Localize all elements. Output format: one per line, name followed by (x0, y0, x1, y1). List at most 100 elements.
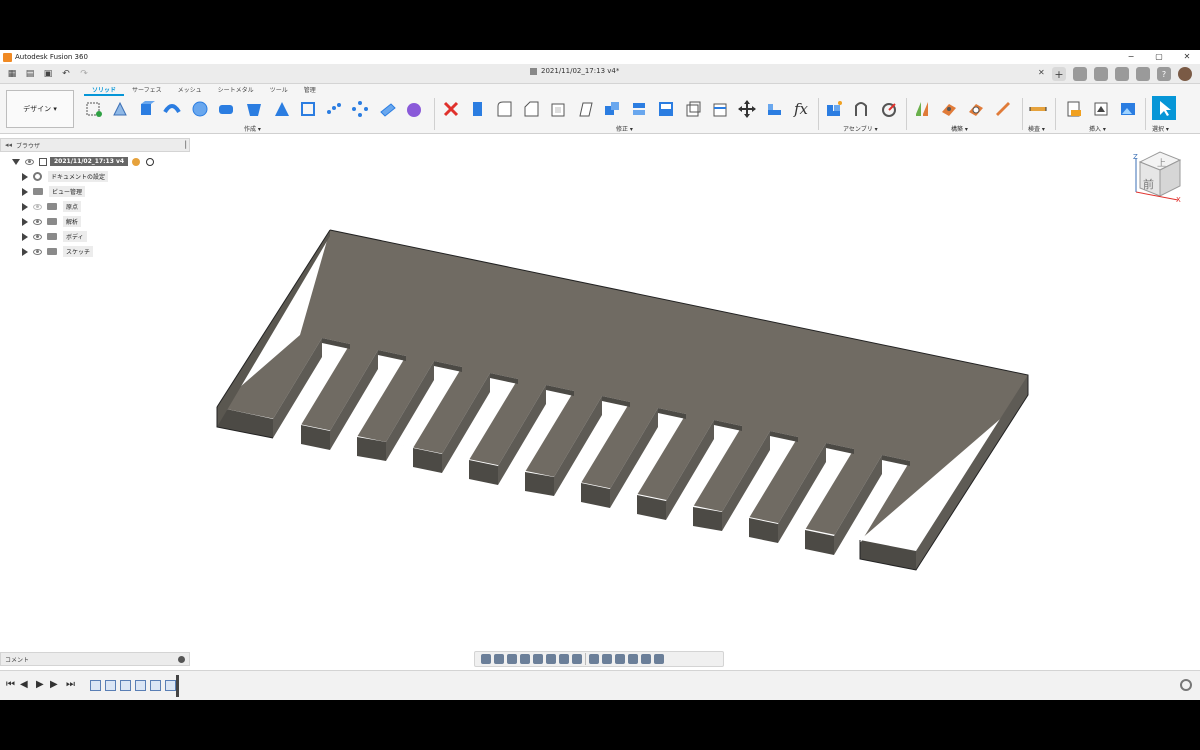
expand-icon[interactable] (22, 202, 28, 211)
new-component-icon[interactable] (824, 100, 844, 118)
browser-root-row[interactable]: 2021/11/02_17:13 v4 (0, 154, 200, 169)
collapse-browser-icon[interactable]: ◂◂ (5, 141, 12, 149)
extrude-icon[interactable] (136, 100, 156, 118)
browser-item-analysis[interactable]: 解析 (0, 214, 200, 229)
timeline-first-icon[interactable]: ⏮ (6, 679, 15, 690)
fit-icon[interactable] (533, 654, 543, 664)
tab-solid[interactable]: ソリッド (84, 85, 125, 96)
minimize-button[interactable]: − (1126, 51, 1136, 62)
chamfer-icon[interactable] (521, 100, 541, 118)
select-icon[interactable] (1152, 96, 1176, 120)
create-sketch-icon[interactable] (84, 100, 104, 118)
group-label-assemble[interactable]: アセンブリ ▾ (843, 124, 878, 133)
timeline-last-icon[interactable]: ⏭ (66, 679, 75, 690)
expand-icon[interactable] (22, 217, 28, 226)
user-avatar[interactable] (1178, 67, 1192, 81)
insert-decal-icon[interactable] (1091, 100, 1111, 118)
timeline-prev-icon[interactable]: ◀ (20, 679, 28, 690)
replace-face-icon[interactable] (656, 100, 676, 118)
zoom-icon[interactable] (520, 654, 530, 664)
visibility-eye-icon[interactable] (33, 203, 42, 210)
browser-item-named-views[interactable]: ビュー管理 (0, 184, 200, 199)
orbit-icon[interactable] (481, 654, 491, 664)
midplane-icon[interactable] (993, 100, 1013, 118)
create-base-feature-icon[interactable] (404, 100, 424, 118)
tangent-plane-icon[interactable] (966, 100, 986, 118)
browser-item-document-settings[interactable]: ドキュメントの設定 (0, 169, 200, 184)
timeline-settings-gear-icon[interactable] (1180, 679, 1192, 691)
sweep-icon[interactable] (190, 100, 210, 118)
clock-icon[interactable] (1115, 67, 1129, 81)
mirror-icon[interactable] (378, 100, 398, 118)
shaded-view-icon[interactable] (589, 654, 599, 664)
delete-icon[interactable] (441, 100, 461, 118)
data-panel-grid-icon[interactable]: ▦ (6, 68, 18, 80)
draft-icon[interactable] (575, 100, 595, 118)
look-at-icon[interactable] (494, 654, 504, 664)
timeline-next-icon[interactable]: ▶ (50, 679, 58, 690)
activate-radio-icon[interactable] (146, 157, 155, 166)
viewports-icon[interactable] (572, 654, 582, 664)
insert-derive-icon[interactable] (1064, 100, 1084, 118)
web-icon[interactable] (272, 100, 292, 118)
expand-icon[interactable] (22, 187, 28, 196)
extensions-icon[interactable] (1094, 67, 1108, 81)
browser-pin-icon[interactable]: ▕ (181, 141, 186, 149)
create-form-icon[interactable] (110, 100, 130, 118)
save-icon[interactable]: ▣ (42, 68, 54, 80)
measure-icon[interactable] (1028, 100, 1048, 118)
job-status-icon[interactable] (1073, 67, 1087, 81)
align-icon[interactable] (764, 100, 784, 118)
visibility-eye-icon[interactable] (33, 248, 42, 255)
tab-manage[interactable]: 管理 (296, 85, 324, 96)
split-face-icon[interactable] (683, 100, 703, 118)
group-label-insert[interactable]: 挿入 ▾ (1089, 124, 1106, 133)
expand-icon[interactable] (22, 232, 28, 241)
timeline-feature-extrude[interactable] (105, 680, 116, 691)
help-icon[interactable]: ? (1157, 67, 1171, 81)
insert-canvas-icon[interactable] (1118, 100, 1138, 118)
pan-hand-icon[interactable] (507, 654, 517, 664)
group-label-select[interactable]: 選択 ▾ (1152, 124, 1169, 133)
joint-icon[interactable] (851, 100, 871, 118)
timeline-feature-extrude[interactable] (150, 680, 161, 691)
expand-icon[interactable] (22, 172, 28, 181)
split-body-icon[interactable] (710, 100, 730, 118)
shaded-edges-view-icon[interactable] (602, 654, 612, 664)
plane-at-angle-icon[interactable] (939, 100, 959, 118)
browser-panel-header[interactable]: ◂◂ ブラウザ ▕ (0, 138, 190, 152)
timeline-play-icon[interactable]: ▶ (36, 679, 44, 690)
visible-edges-view-icon[interactable] (654, 654, 664, 664)
tab-sheetmetal[interactable]: シートメタル (210, 85, 262, 96)
browser-item-bodies[interactable]: ボディ (0, 229, 200, 244)
timeline-feature-sketch[interactable] (120, 680, 131, 691)
group-label-create[interactable]: 作成 ▾ (244, 124, 261, 133)
change-parameters-icon[interactable]: fx (791, 100, 811, 118)
group-label-inspect[interactable]: 検査 ▾ (1028, 124, 1045, 133)
maximize-button[interactable]: ▢ (1154, 51, 1164, 62)
group-label-construct[interactable]: 構築 ▾ (951, 124, 968, 133)
visibility-eye-icon[interactable] (33, 233, 42, 240)
file-menu-icon[interactable]: ▤ (24, 68, 36, 80)
close-window-button[interactable]: ✕ (1182, 51, 1192, 62)
browser-item-origin[interactable]: 原点 (0, 199, 200, 214)
tab-tools[interactable]: ツール (262, 85, 296, 96)
timeline-feature-sketch[interactable] (165, 680, 176, 691)
document-tab[interactable]: 2021/11/02_17:13 v4* (530, 67, 619, 75)
display-settings-icon[interactable] (546, 654, 556, 664)
expand-icon[interactable] (22, 247, 28, 256)
wireframe-view-icon[interactable] (628, 654, 638, 664)
timeline-marker[interactable] (176, 675, 179, 697)
undo-icon[interactable]: ↶ (60, 68, 72, 80)
visibility-eye-icon[interactable] (33, 218, 42, 225)
comments-panel-header[interactable]: コメント (0, 652, 190, 666)
hidden-edges-view-icon[interactable] (615, 654, 625, 664)
workspace-switcher[interactable]: デザイン ▾ (6, 90, 74, 128)
timeline-feature-extrude[interactable] (135, 680, 146, 691)
motion-link-icon[interactable] (878, 100, 898, 118)
group-label-modify[interactable]: 修正 ▾ (616, 124, 633, 133)
timeline-feature-sketch[interactable] (90, 680, 101, 691)
wireframe-hidden-view-icon[interactable] (641, 654, 651, 664)
add-comment-icon[interactable] (178, 655, 185, 663)
visibility-eye-icon[interactable] (25, 158, 34, 165)
